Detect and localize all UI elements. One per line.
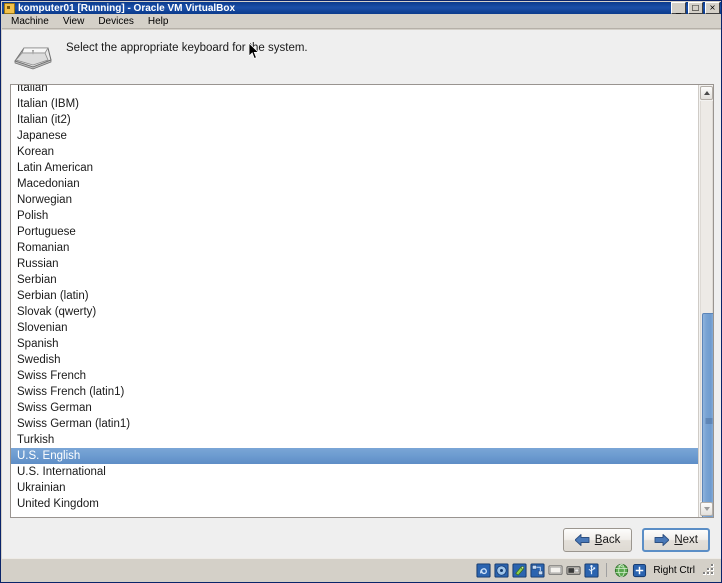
list-item[interactable]: Swiss German (latin1) — [11, 416, 698, 432]
title-bar: komputer01 [Running] - Oracle VM Virtual… — [2, 2, 721, 14]
menu-bar: Machine View Devices Help — [2, 14, 721, 29]
resize-grip[interactable] — [703, 563, 716, 577]
list-item[interactable]: Swedish — [11, 352, 698, 368]
host-key-icon[interactable] — [632, 563, 647, 578]
scroll-up-button[interactable] — [700, 86, 713, 100]
globe-icon[interactable] — [614, 563, 629, 578]
hard-disk-icon[interactable] — [476, 562, 491, 578]
back-button-label: Back — [594, 534, 621, 546]
scroll-down-button[interactable] — [700, 502, 713, 516]
scrollbar-track[interactable] — [700, 101, 713, 517]
list-item[interactable]: Serbian (latin) — [11, 288, 698, 304]
list-item[interactable]: Swiss French (latin1) — [11, 384, 698, 400]
menu-item-devices[interactable]: Devices — [91, 15, 141, 28]
list-item[interactable]: Italian (IBM) — [11, 96, 698, 112]
virtualbox-status-bar: Right Ctrl — [2, 558, 721, 581]
window-title: komputer01 [Running] - Oracle VM Virtual… — [18, 2, 236, 14]
virtualbox-icon — [4, 2, 15, 14]
back-button[interactable]: Back — [562, 528, 633, 552]
menu-item-help[interactable]: Help — [141, 15, 176, 28]
list-item[interactable]: Spanish — [11, 336, 698, 352]
window-controls: _ □ × — [671, 2, 720, 14]
next-button-label: Next — [674, 534, 698, 546]
keyboard-list-viewport: Italian Italian (IBM) Italian (it2) Japanes… — [11, 85, 698, 517]
network-icon[interactable] — [530, 562, 545, 578]
list-item[interactable]: United Kingdom — [11, 496, 698, 512]
virtualbox-window: komputer01 [Running] - Oracle VM Virtual… — [0, 0, 722, 583]
close-icon: × — [709, 3, 716, 12]
list-item[interactable]: Korean — [11, 144, 698, 160]
maximize-icon: □ — [691, 3, 700, 12]
device-indicators: Right Ctrl — [472, 562, 720, 578]
list-item[interactable]: Latin American — [11, 160, 698, 176]
arrow-left-icon — [574, 534, 590, 546]
keyboard-list-scrollbar[interactable] — [698, 85, 713, 517]
list-item[interactable]: Slovenian — [11, 320, 698, 336]
list-item[interactable]: U.S. English — [11, 448, 698, 464]
list-item[interactable]: Ukrainian — [11, 480, 698, 496]
list-item[interactable]: Portuguese — [11, 224, 698, 240]
status-separator — [606, 563, 608, 577]
scrollbar-grip-icon — [705, 418, 712, 425]
list-item[interactable]: Slovak (qwerty) — [11, 304, 698, 320]
keyboard-key-icon — [12, 39, 54, 71]
list-item[interactable]: Macedonian — [11, 176, 698, 192]
keyboard-list-items: Italian Italian (IBM) Italian (it2) Japanes… — [11, 85, 698, 512]
shared-folders-icon[interactable] — [548, 563, 563, 578]
installer-header: Select the appropriate keyboard for the … — [2, 30, 721, 82]
installer-header-text: Select the appropriate keyboard for the … — [66, 42, 308, 54]
arrow-right-icon — [654, 534, 670, 546]
list-item[interactable]: Russian — [11, 256, 698, 272]
list-item[interactable]: Serbian — [11, 272, 698, 288]
chevron-up-icon — [703, 91, 710, 95]
host-key-label: Right Ctrl — [653, 564, 695, 576]
list-item[interactable]: Japanese — [11, 128, 698, 144]
list-item[interactable]: Italian — [11, 85, 698, 96]
floppy-icon[interactable] — [512, 562, 527, 578]
guest-screen: Select the appropriate keyboard for the … — [2, 30, 721, 559]
list-item[interactable]: Romanian — [11, 240, 698, 256]
usb-icon[interactable] — [584, 562, 599, 578]
list-item[interactable]: Polish — [11, 208, 698, 224]
cd-dvd-icon[interactable] — [494, 562, 509, 578]
maximize-button[interactable]: □ — [688, 2, 703, 14]
chevron-down-icon — [703, 507, 710, 511]
scrollbar-thumb[interactable] — [702, 313, 713, 517]
minimize-button[interactable]: _ — [671, 2, 686, 14]
menu-item-machine[interactable]: Machine — [4, 15, 56, 28]
list-item[interactable]: Italian (it2) — [11, 112, 698, 128]
minimize-icon: _ — [676, 3, 681, 15]
installer-button-bar: Back Next — [2, 524, 721, 556]
list-item[interactable]: Swiss German — [11, 400, 698, 416]
menu-item-view[interactable]: View — [56, 15, 92, 28]
display-icon[interactable] — [566, 563, 581, 578]
close-button[interactable]: × — [705, 2, 720, 14]
list-item[interactable]: Turkish — [11, 432, 698, 448]
keyboard-list[interactable]: Italian Italian (IBM) Italian (it2) Japanes… — [10, 84, 714, 518]
list-item[interactable]: Swiss French — [11, 368, 698, 384]
list-item[interactable]: U.S. International — [11, 464, 698, 480]
list-item[interactable]: Norwegian — [11, 192, 698, 208]
next-button[interactable]: Next — [642, 528, 710, 552]
